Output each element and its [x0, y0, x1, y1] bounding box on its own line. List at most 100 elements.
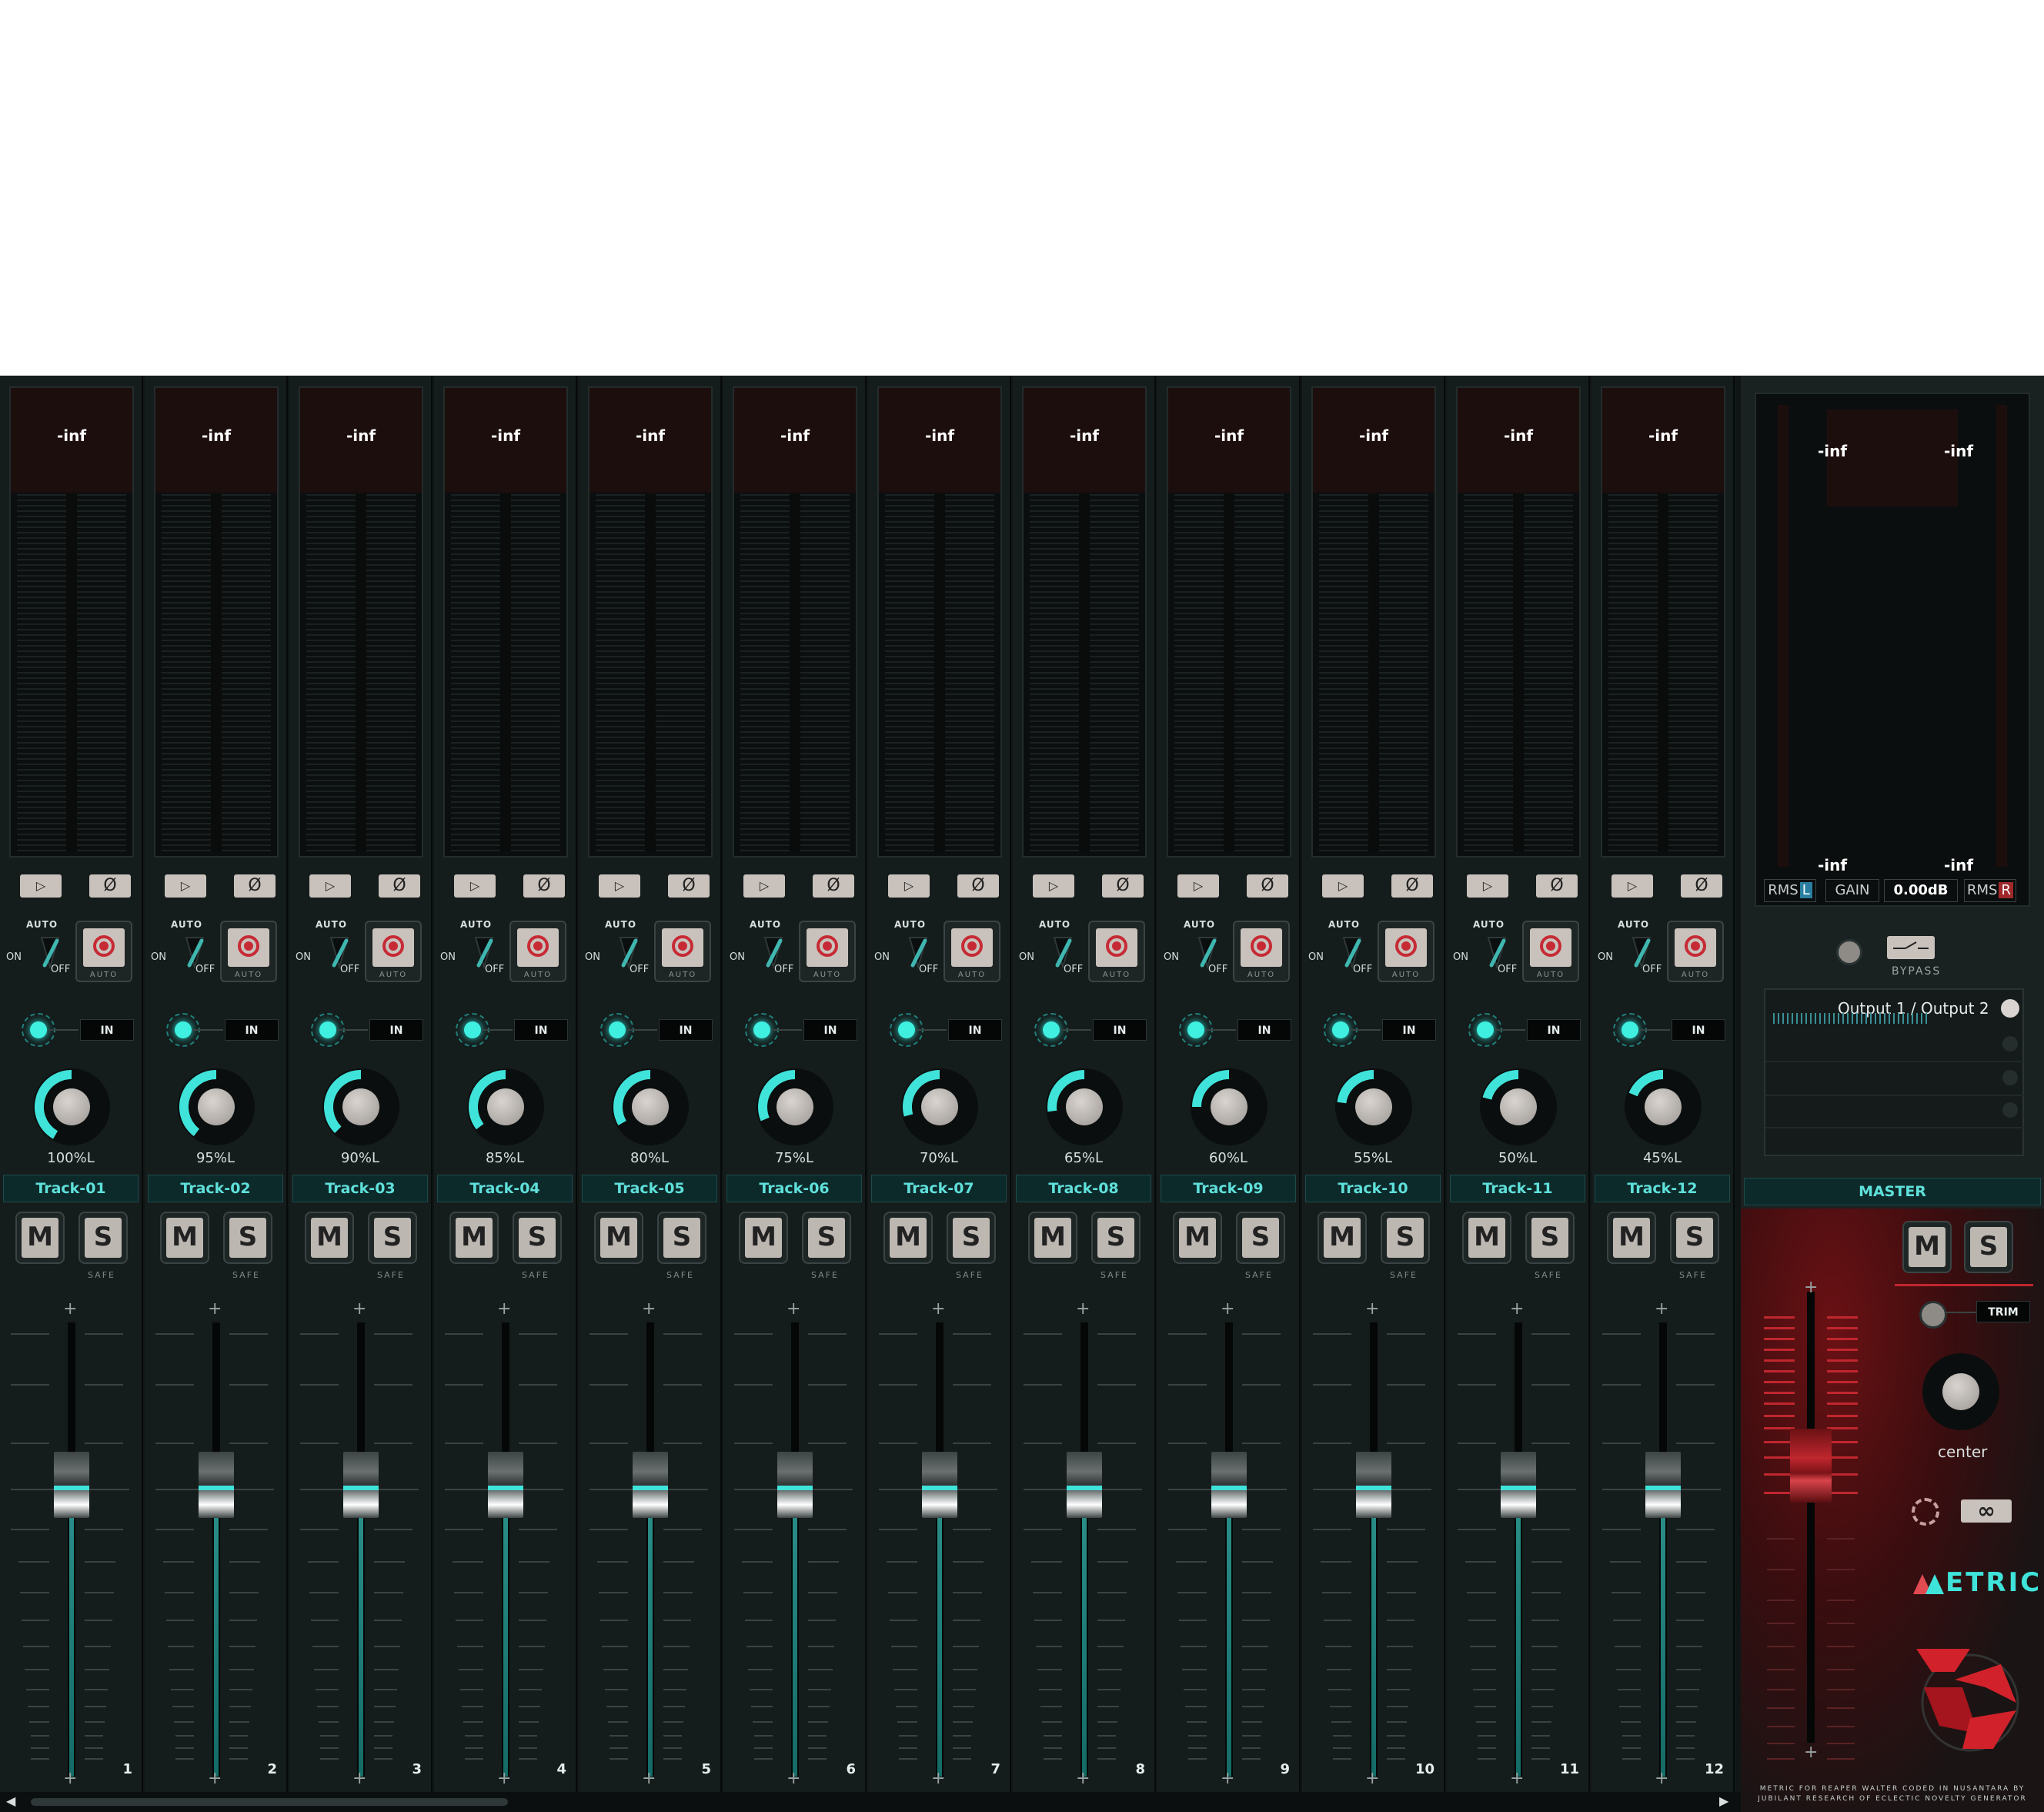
solo-button[interactable]: S	[368, 1212, 417, 1264]
mute-button[interactable]: M	[1173, 1212, 1222, 1264]
routing-panel[interactable]: Output 1 / Output 2	[1764, 988, 2024, 1156]
record-arm-button[interactable]: AUTO	[944, 921, 1000, 982]
phase-icon[interactable]: Ø	[1681, 874, 1722, 898]
automation-toggle-icon[interactable]	[619, 936, 639, 970]
peak-display[interactable]: -inf	[734, 388, 856, 493]
volume-fader[interactable]	[1645, 1452, 1681, 1518]
level-meter[interactable]: -inf	[1456, 386, 1581, 858]
mute-button[interactable]: M	[160, 1212, 209, 1264]
automation-toggle-icon[interactable]	[908, 936, 928, 970]
speaker-icon[interactable]: ▷	[454, 874, 496, 898]
mute-button[interactable]: M	[305, 1212, 354, 1264]
volume-fader[interactable]	[1067, 1452, 1102, 1518]
solo-button[interactable]: S	[1525, 1212, 1575, 1264]
record-arm-button[interactable]: AUTO	[365, 921, 422, 982]
pan-knob-icon[interactable]	[901, 1068, 978, 1145]
speaker-icon[interactable]: ▷	[165, 874, 206, 898]
input-monitor-button[interactable]: IN	[514, 1019, 568, 1041]
level-meter[interactable]: -inf	[443, 386, 568, 858]
rms-left-button[interactable]: RMS L	[1764, 879, 1816, 902]
solo-button[interactable]: S	[223, 1212, 272, 1264]
routing-slot[interactable]	[2002, 1036, 2018, 1051]
record-arm-button[interactable]: AUTO	[1233, 921, 1290, 982]
input-led-icon[interactable]	[1332, 1021, 1349, 1038]
track-name[interactable]: Track-08	[1016, 1175, 1151, 1202]
phase-icon[interactable]: Ø	[1102, 874, 1144, 898]
phase-icon[interactable]: Ø	[813, 874, 854, 898]
trim-knob-icon[interactable]	[1919, 1301, 1947, 1329]
mute-button[interactable]: M	[739, 1212, 788, 1264]
solo-button[interactable]: S	[802, 1212, 851, 1264]
phase-icon[interactable]: Ø	[89, 874, 131, 898]
input-led-icon[interactable]	[175, 1021, 192, 1038]
bypass-knob-icon[interactable]	[1836, 939, 1862, 965]
horizontal-scrollbar[interactable]: ◀ ▶	[0, 1792, 1741, 1812]
master-mute-button[interactable]: M	[1902, 1221, 1952, 1273]
input-monitor-button[interactable]: IN	[1527, 1019, 1581, 1041]
speaker-icon[interactable]: ▷	[888, 874, 930, 898]
volume-fader[interactable]	[1211, 1452, 1247, 1518]
automation-toggle-icon[interactable]	[329, 936, 349, 970]
mute-button[interactable]: M	[883, 1212, 933, 1264]
volume-fader[interactable]	[1501, 1452, 1536, 1518]
record-arm-button[interactable]: AUTO	[75, 921, 132, 982]
phase-icon[interactable]: Ø	[1536, 874, 1578, 898]
input-monitor-button[interactable]: IN	[1672, 1019, 1725, 1041]
automation-toggle-icon[interactable]	[1632, 936, 1652, 970]
master-pan-knob-icon[interactable]	[1922, 1353, 1999, 1430]
input-monitor-button[interactable]: IN	[1382, 1019, 1436, 1041]
solo-button[interactable]: S	[947, 1212, 996, 1264]
mute-button[interactable]: M	[594, 1212, 643, 1264]
input-monitor-button[interactable]: IN	[80, 1019, 134, 1041]
solo-button[interactable]: S	[78, 1212, 128, 1264]
record-arm-button[interactable]: AUTO	[1667, 921, 1724, 982]
input-monitor-button[interactable]: IN	[225, 1019, 279, 1041]
automation-toggle-icon[interactable]	[1342, 936, 1362, 970]
pan-knob-icon[interactable]	[1191, 1068, 1267, 1145]
volume-fader[interactable]	[922, 1452, 957, 1518]
input-led-icon[interactable]	[1477, 1021, 1494, 1038]
record-arm-button[interactable]: AUTO	[1522, 921, 1579, 982]
record-arm-button[interactable]: AUTO	[799, 921, 856, 982]
speaker-icon[interactable]: ▷	[20, 874, 62, 898]
peak-display[interactable]: -inf	[1024, 388, 1145, 493]
track-name[interactable]: Track-10	[1305, 1175, 1441, 1202]
speaker-icon[interactable]: ▷	[743, 874, 785, 898]
speaker-icon[interactable]: ▷	[1611, 874, 1653, 898]
rms-right-button[interactable]: RMS R	[1964, 879, 2016, 902]
peak-display[interactable]: -inf	[1602, 388, 1724, 493]
input-monitor-button[interactable]: IN	[1093, 1019, 1147, 1041]
volume-fader[interactable]	[54, 1452, 89, 1518]
speaker-icon[interactable]: ▷	[309, 874, 351, 898]
record-arm-button[interactable]: AUTO	[1088, 921, 1145, 982]
track-name[interactable]: Track-03	[292, 1175, 428, 1202]
input-monitor-button[interactable]: IN	[1237, 1019, 1291, 1041]
level-meter[interactable]: -inf	[1311, 386, 1436, 858]
input-led-icon[interactable]	[1043, 1021, 1060, 1038]
link-icon[interactable]	[1912, 1498, 1939, 1526]
automation-toggle-icon[interactable]	[474, 936, 494, 970]
peak-display[interactable]: -inf	[879, 388, 1000, 493]
pan-knob-icon[interactable]	[1625, 1068, 1702, 1145]
routing-knob-icon[interactable]	[2001, 999, 2019, 1018]
pan-knob-icon[interactable]	[467, 1068, 544, 1145]
speaker-icon[interactable]: ▷	[1322, 874, 1364, 898]
track-name[interactable]: Track-05	[582, 1175, 717, 1202]
automation-toggle-icon[interactable]	[1487, 936, 1507, 970]
track-name[interactable]: Track-02	[148, 1175, 283, 1202]
solo-button[interactable]: S	[1236, 1212, 1285, 1264]
level-meter[interactable]: -inf	[299, 386, 423, 858]
level-meter[interactable]: -inf	[733, 386, 857, 858]
peak-display[interactable]: -inf	[589, 388, 711, 493]
peak-display[interactable]: -inf	[11, 388, 132, 493]
level-meter[interactable]: -inf	[588, 386, 713, 858]
scroll-left-icon[interactable]: ◀	[6, 1794, 15, 1808]
phase-icon[interactable]: Ø	[1247, 874, 1288, 898]
input-led-icon[interactable]	[1187, 1021, 1204, 1038]
peak-display[interactable]: -inf	[300, 388, 422, 493]
input-led-icon[interactable]	[30, 1021, 47, 1038]
track-name[interactable]: Track-12	[1595, 1175, 1730, 1202]
pan-knob-icon[interactable]	[33, 1068, 110, 1145]
pan-knob-icon[interactable]	[178, 1068, 255, 1145]
record-arm-button[interactable]: AUTO	[220, 921, 277, 982]
